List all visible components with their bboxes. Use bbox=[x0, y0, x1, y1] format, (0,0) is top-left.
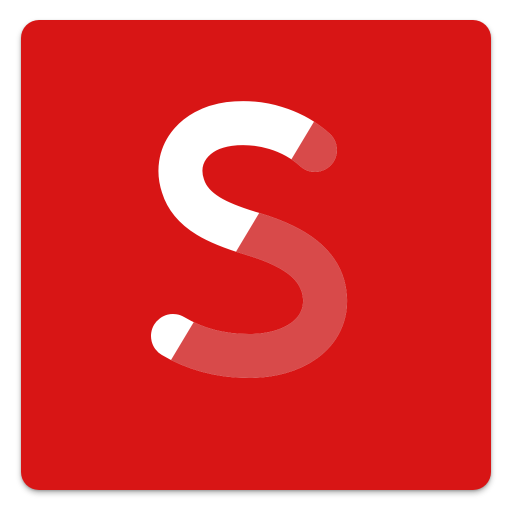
icon-stage bbox=[0, 0, 512, 512]
s-logo-icon bbox=[151, 101, 491, 490]
s-glyph-tint-band bbox=[171, 110, 491, 490]
app-icon[interactable] bbox=[21, 20, 491, 490]
